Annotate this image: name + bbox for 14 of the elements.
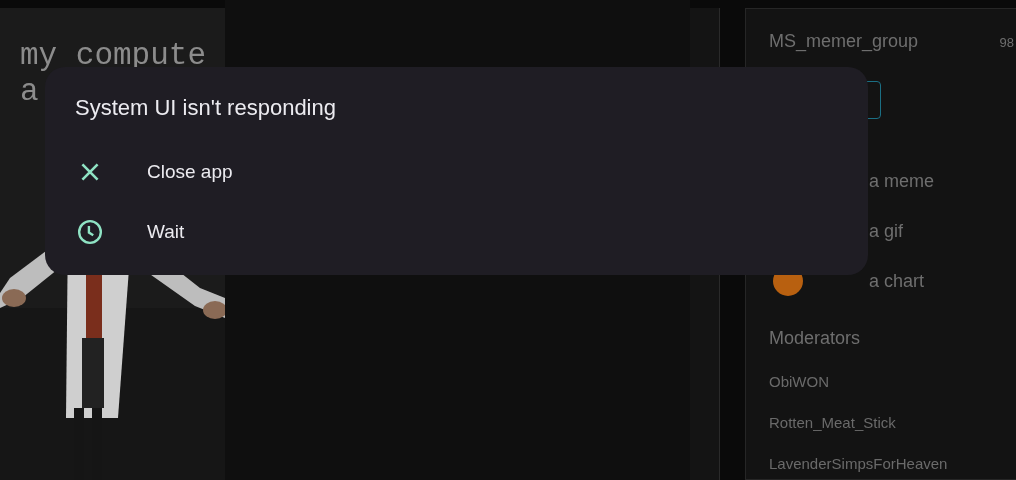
sidebar-link[interactable]: a gif: [869, 220, 904, 242]
member-count: 98: [999, 35, 1014, 50]
dialog-option[interactable]: Wait: [75, 202, 193, 262]
caption-text: my compute: [20, 38, 207, 74]
moderator-link[interactable]: ObiWON: [769, 373, 829, 390]
section-heading: Moderators: [769, 328, 862, 349]
caption-text: a: [20, 74, 39, 110]
sidebar-link[interactable]: a meme: [869, 170, 935, 192]
dialog-option[interactable]: Close app: [75, 142, 241, 202]
moderator-link[interactable]: Rotten_Meat_Stick: [769, 414, 896, 431]
dialog-title: System UI isn't responding: [75, 95, 336, 121]
moderator-link[interactable]: LavenderSimpsForHeaven: [769, 455, 948, 472]
group-name: MS_memer_group: [769, 31, 919, 52]
sidebar-link[interactable]: a chart: [869, 270, 925, 292]
